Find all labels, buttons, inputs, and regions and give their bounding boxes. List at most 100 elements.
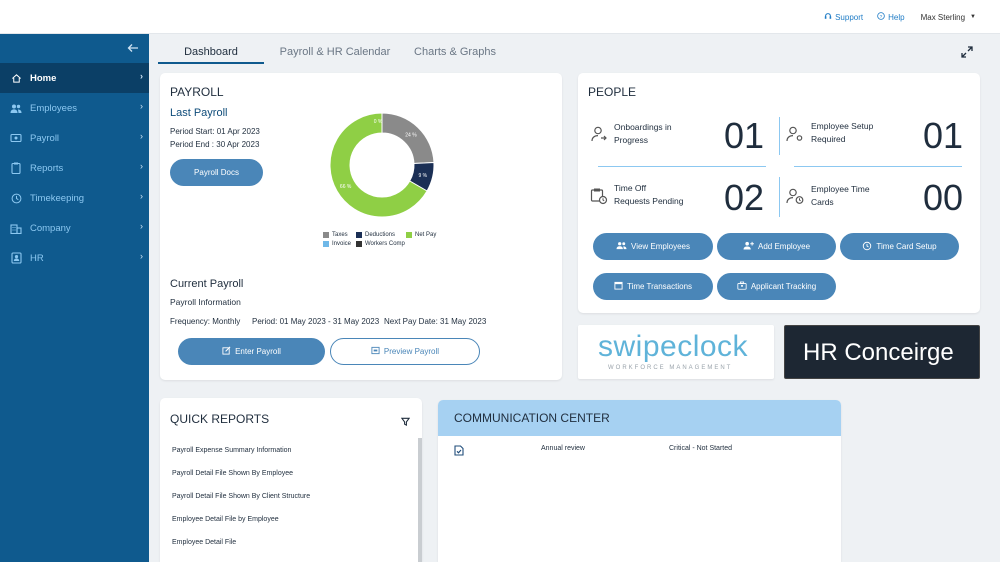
swipeclock-banner[interactable]: swipeclock WORKFORCE MANAGEMENT <box>578 325 774 379</box>
donut-data-label: 0 % <box>374 119 383 125</box>
donut-data-label: 24 % <box>405 133 417 139</box>
quick-report-item[interactable]: Payroll Expense Summary Information <box>172 447 291 454</box>
donut-data-label: 9 % <box>419 173 428 179</box>
legend-swatch <box>323 241 329 247</box>
caret-down-icon: ▼ <box>970 14 976 20</box>
stat-time-off-value: 02 <box>724 177 765 218</box>
building-icon <box>10 222 22 234</box>
svg-text:?: ? <box>880 14 883 20</box>
view-employees-button[interactable]: View Employees <box>593 233 713 260</box>
tab-payroll-hr-calendar[interactable]: Payroll & HR Calendar <box>264 42 406 64</box>
sidebar-item-employees[interactable]: Employees › <box>0 93 149 123</box>
message-subject[interactable]: Annual review <box>541 445 585 452</box>
legend-label: Net Pay <box>415 232 437 238</box>
help-label: Help <box>888 12 905 22</box>
chevron-right-icon: › <box>140 71 143 81</box>
communication-center-card: COMMUNICATION CENTER Annual review Criti… <box>438 400 841 562</box>
legend-swatch <box>406 232 412 238</box>
stat-label-line: Progress <box>614 135 649 145</box>
user-plus-icon <box>743 241 754 252</box>
divider <box>779 177 780 217</box>
quick-report-item[interactable]: Employee Detail File by Employee <box>172 516 279 523</box>
sidebar-item-company[interactable]: Company › <box>0 213 149 243</box>
divider <box>779 117 780 155</box>
legend-label: Deductions <box>365 232 396 238</box>
time-transactions-label: Time Transactions <box>626 282 693 291</box>
sidebar-item-hr[interactable]: HR › <box>0 243 149 273</box>
donut-data-label: 66 % <box>340 184 352 190</box>
top-bar: Support ? Help Max Sterling ▼ <box>0 0 1000 34</box>
time-transactions-button[interactable]: Time Transactions <box>593 273 713 300</box>
quick-report-item[interactable]: Payroll Detail File Shown By Client Stru… <box>172 493 310 500</box>
tab-dashboard[interactable]: Dashboard <box>158 42 264 64</box>
history-icon <box>862 241 872 253</box>
user-menu[interactable]: Max Sterling ▼ <box>921 12 976 22</box>
main-tabs: Dashboard Payroll & HR Calendar Charts &… <box>158 42 504 64</box>
scrollbar[interactable] <box>418 438 422 562</box>
payroll-icon <box>10 132 22 144</box>
support-link[interactable]: Support <box>824 12 863 22</box>
sidebar-item-timekeeping[interactable]: Timekeeping › <box>0 183 149 213</box>
payroll-card: PAYROLL Last Payroll Period Start: 01 Ap… <box>160 73 562 380</box>
message-status: Critical - Not Started <box>669 445 733 452</box>
chevron-right-icon: › <box>140 221 143 231</box>
enter-payroll-label: Enter Payroll <box>235 347 281 356</box>
time-card-setup-button[interactable]: Time Card Setup <box>840 233 959 260</box>
stat-label-line: Required <box>811 134 846 144</box>
sidebar-item-label: Payroll <box>30 132 60 144</box>
add-employee-label: Add Employee <box>757 242 811 251</box>
payroll-information-label: Payroll Information <box>170 297 241 307</box>
applicant-tracking-button[interactable]: Applicant Tracking <box>717 273 836 300</box>
stat-employee-setup-label: Employee Setup Required <box>811 120 873 146</box>
legend-item-workers-comp: Workers Comp <box>356 241 405 247</box>
payroll-docs-button[interactable]: Payroll Docs <box>170 159 263 186</box>
divider <box>794 166 962 167</box>
document-check-icon[interactable] <box>454 443 464 461</box>
preview-icon <box>371 346 380 357</box>
briefcase-user-icon <box>737 281 747 292</box>
next-pay-date-text: Next Pay Date: 31 May 2023 <box>384 317 487 326</box>
user-clock-icon <box>786 188 804 204</box>
swipeclock-tagline: WORKFORCE MANAGEMENT <box>608 365 733 371</box>
quick-report-item[interactable]: Employee Detail File <box>172 539 236 546</box>
payroll-docs-label: Payroll Docs <box>194 168 239 177</box>
preview-payroll-button[interactable]: Preview Payroll <box>330 338 480 365</box>
add-employee-button[interactable]: Add Employee <box>717 233 836 260</box>
stat-label-line: Employee Setup <box>811 121 874 131</box>
period-text: Period: 01 May 2023 - 31 May 2023 <box>252 317 380 326</box>
stat-time-cards-value: 00 <box>923 177 964 218</box>
payroll-title: PAYROLL <box>170 85 224 99</box>
stat-label-line: Onboardings in <box>614 122 672 132</box>
enter-payroll-button[interactable]: Enter Payroll <box>178 338 325 365</box>
help-link[interactable]: ? Help <box>877 12 905 22</box>
sidebar: Home › Employees › Payroll › Reports › T… <box>0 34 149 562</box>
payroll-donut-chart: 24 % 9 % 66 % 0 % <box>329 112 435 218</box>
hr-conceirge-banner[interactable]: HR Conceirge <box>784 325 980 379</box>
clock-icon <box>10 192 22 204</box>
chevron-right-icon: › <box>140 161 143 171</box>
frequency-text: Frequency: Monthly <box>170 317 241 326</box>
expand-icon[interactable] <box>961 46 973 61</box>
sidebar-nav: Home › Employees › Payroll › Reports › T… <box>0 63 149 273</box>
collapse-arrow-icon[interactable] <box>127 42 139 56</box>
legend-label: Taxes <box>332 232 348 238</box>
sidebar-item-label: Reports <box>30 162 64 174</box>
stat-time-cards-label: Employee Time Cards <box>811 183 870 209</box>
period-start: Period Start: 01 Apr 2023 <box>170 127 260 136</box>
user-progress-icon <box>591 126 607 142</box>
tab-charts-graphs[interactable]: Charts & Graphs <box>406 42 504 64</box>
period-end: Period End : 30 Apr 2023 <box>170 140 260 149</box>
sidebar-item-payroll[interactable]: Payroll › <box>0 123 149 153</box>
legend-swatch <box>323 232 329 238</box>
sidebar-item-home[interactable]: Home › <box>0 63 149 93</box>
chevron-right-icon: › <box>140 191 143 201</box>
sidebar-item-reports[interactable]: Reports › <box>0 153 149 183</box>
time-card-setup-label: Time Card Setup <box>876 242 937 251</box>
current-payroll-heading: Current Payroll <box>170 278 244 290</box>
quick-reports-title: QUICK REPORTS <box>170 412 270 426</box>
legend-swatch <box>356 232 362 238</box>
stat-onboardings-value: 01 <box>724 115 765 156</box>
quick-report-item[interactable]: Payroll Detail File Shown By Employee <box>172 470 293 477</box>
legend-item-net-pay: Net Pay <box>406 232 436 238</box>
filter-icon[interactable] <box>400 413 411 431</box>
